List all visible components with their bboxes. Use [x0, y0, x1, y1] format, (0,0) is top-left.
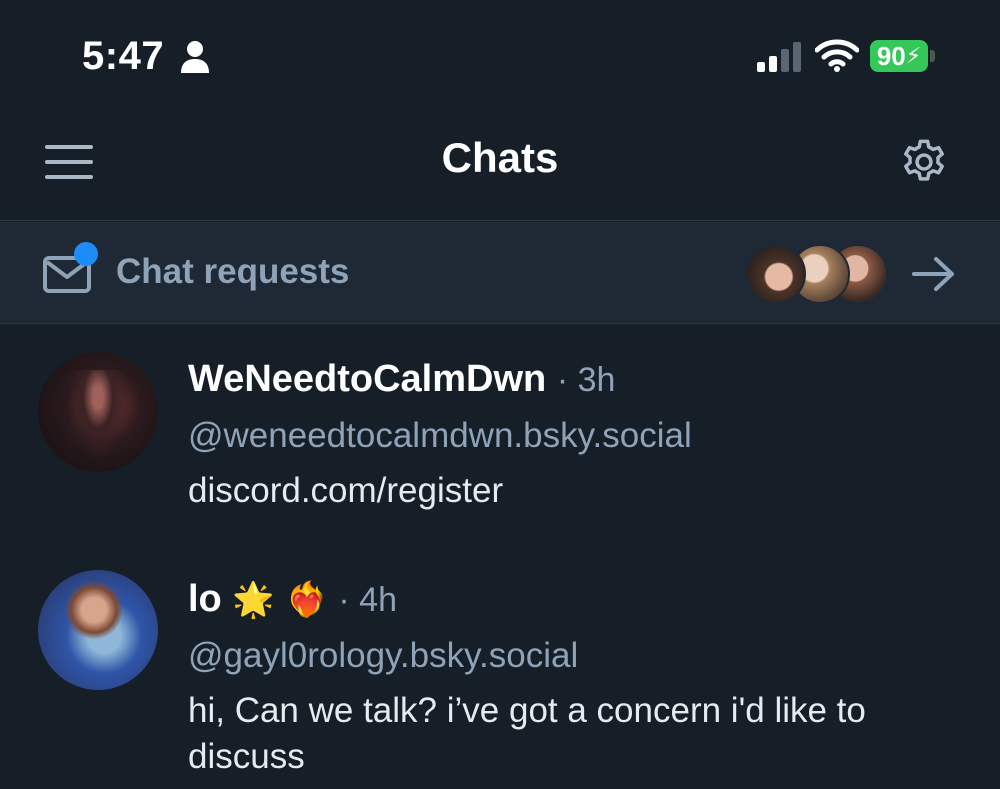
chat-preview: discord.com/register [188, 471, 504, 510]
cellular-signal-icon [757, 42, 801, 72]
chat-handle: @gayl0rology.bsky.social [188, 636, 579, 675]
chat-list-item[interactable]: WeNeedtoCalmDwn · 3h @weneedtocalmdwn.bs… [0, 340, 1000, 530]
request-avatars [746, 244, 888, 304]
status-time: 5:47 [82, 34, 165, 78]
chat-time: · 3h [556, 361, 616, 399]
battery-level: 90 ⚡ [870, 40, 928, 72]
avatar [38, 352, 158, 472]
avatar [38, 570, 158, 690]
name-emojis: 🌟 ❤️‍🔥 [232, 580, 328, 620]
chat-name: lo [188, 578, 222, 620]
status-bar: 5:47 90 ⚡ [0, 0, 1000, 110]
page-title: Chats [441, 134, 559, 181]
wifi-icon [815, 39, 859, 72]
unread-dot [74, 242, 98, 266]
gear-icon[interactable] [898, 136, 950, 188]
battery-icon: 90 ⚡ [870, 40, 938, 73]
chat-requests-label: Chat requests [116, 252, 350, 291]
chat-handle: @weneedtocalmdwn.bsky.social [188, 416, 692, 455]
chat-time: · 4h [338, 581, 397, 619]
arrow-right-icon[interactable] [910, 254, 958, 294]
chat-name: WeNeedtoCalmDwn [188, 358, 547, 400]
chat-name-row: WeNeedtoCalmDwn · 3h [188, 358, 615, 401]
chat-list-item[interactable]: lo 🌟 ❤️‍🔥 · 4h @gayl0rology.bsky.social … [0, 560, 1000, 789]
person-icon [181, 41, 209, 73]
chat-preview: hi, Can we talk? i’ve got a concern i'd … [188, 691, 866, 776]
chat-name-row: lo 🌟 ❤️‍🔥 · 4h [188, 578, 397, 621]
request-avatar [746, 244, 806, 304]
